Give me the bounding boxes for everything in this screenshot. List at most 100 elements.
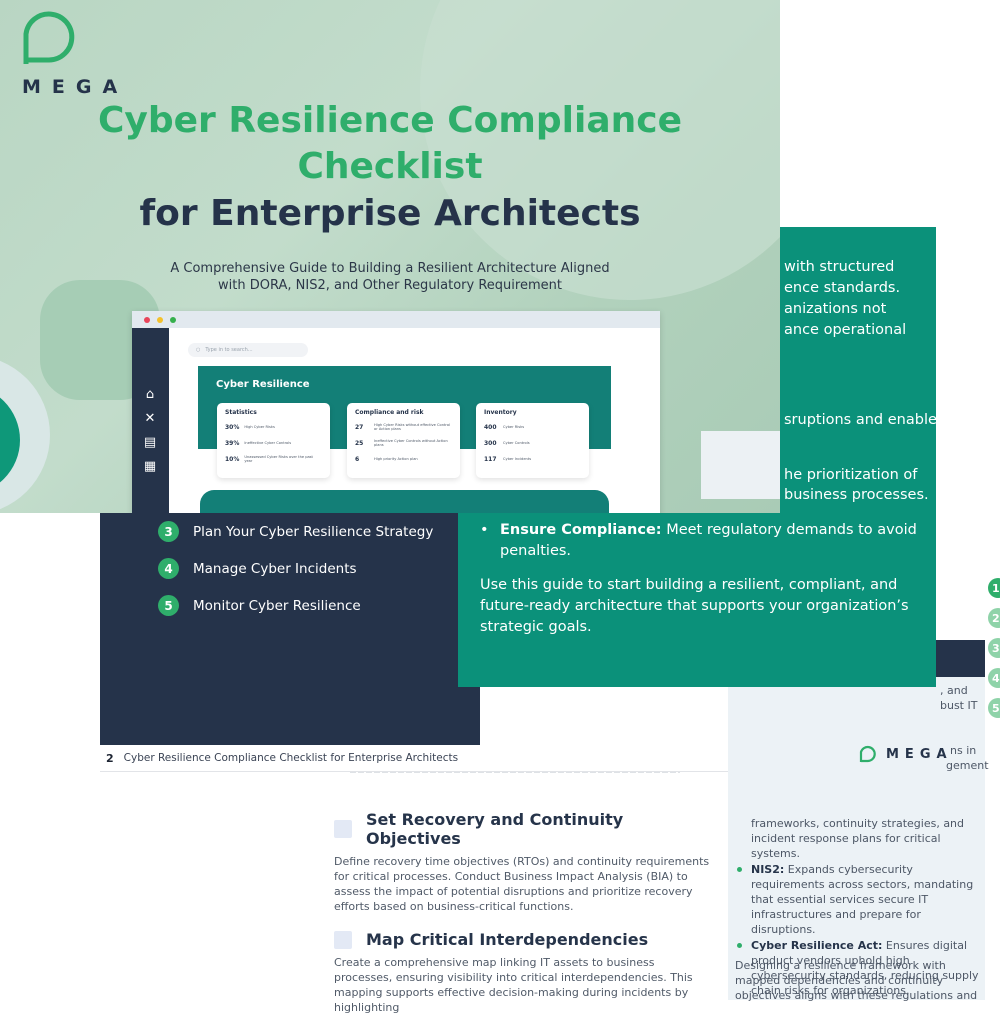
stat-value: 400 bbox=[484, 423, 497, 431]
text-fragment: , and bbox=[940, 684, 968, 697]
toc-label: Monitor Cyber Resilience bbox=[193, 597, 361, 614]
home-icon[interactable]: ⌂ bbox=[143, 388, 157, 402]
toc-item[interactable]: 5 Monitor Cyber Resilience bbox=[158, 587, 433, 624]
grid-icon[interactable]: ▦ bbox=[143, 460, 157, 474]
stat-row: 10% Unassessed Cyber Risks over the past … bbox=[225, 454, 322, 464]
subtitle-line: A Comprehensive Guide to Building a Resi… bbox=[170, 261, 610, 276]
closing-paragraph: Designing a resilience framework with ma… bbox=[735, 959, 978, 1003]
title-line: Cyber Resilience Compliance bbox=[97, 100, 683, 141]
mega-wordmark: MEGA bbox=[22, 76, 129, 98]
benefit-bullet: Ensure Compliance: Meet regulatory deman… bbox=[480, 520, 920, 562]
checkbox-icon[interactable] bbox=[334, 820, 352, 838]
dashboard-sidebar: ⌂ ✕ ▤ ▦ bbox=[132, 328, 169, 513]
stat-label: Cyber Risks bbox=[503, 424, 525, 429]
close-dot-icon bbox=[144, 316, 150, 323]
tools-icon[interactable]: ✕ bbox=[143, 412, 157, 426]
stat-value: 6 bbox=[355, 455, 360, 463]
stat-label: Unassessed Cyber Risks over the past yea… bbox=[244, 454, 313, 464]
toc-number-badge: 3 bbox=[158, 521, 179, 542]
stat-value: 117 bbox=[484, 455, 497, 463]
stat-value: 39% bbox=[225, 439, 240, 447]
stat-label: Ineffective Cyber Controls without Actio… bbox=[374, 438, 448, 448]
mega-logo-icon bbox=[859, 745, 876, 763]
search-input[interactable]: ○ Type in to search... bbox=[188, 343, 308, 357]
mega-logo-icon bbox=[23, 11, 75, 64]
toc-item[interactable]: 3 Plan Your Cyber Resilience Strategy bbox=[158, 513, 433, 550]
dashboard-mockup: ⌂ ✕ ▤ ▦ ○ Type in to search... Cyber Res… bbox=[132, 311, 660, 513]
intro-paragraph: Use this guide to start building a resil… bbox=[480, 577, 909, 635]
table-of-contents: 3 Plan Your Cyber Resilience Strategy 4 … bbox=[158, 513, 433, 624]
step-number: 4 bbox=[988, 668, 1000, 688]
page-footer: 2 Cyber Resilience Compliance Checklist … bbox=[100, 745, 728, 772]
stat-label: Cyber Incidents bbox=[503, 456, 532, 461]
section-title: Map Critical Interdependencies bbox=[366, 930, 649, 949]
text-fragment: ns in bbox=[950, 744, 977, 757]
text-fragment: he prioritization of bbox=[784, 467, 918, 483]
stat-value: 30% bbox=[225, 423, 240, 431]
step-number-stack: 1 2 3 4 5 bbox=[988, 578, 1000, 728]
minimize-dot-icon bbox=[157, 316, 163, 323]
stat-label: High Cyber Risks bbox=[244, 424, 275, 429]
toc-number-badge: 5 bbox=[158, 595, 179, 616]
mega-logo: MEGA bbox=[22, 8, 128, 98]
subtitle-line: with DORA, NIS2, and Other Regulatory Re… bbox=[218, 277, 562, 293]
stat-row: 117 Cyber Incidents bbox=[484, 454, 581, 464]
stat-value: 10% bbox=[225, 455, 240, 463]
bullet-icon bbox=[737, 942, 742, 948]
step-number: 3 bbox=[988, 638, 1000, 658]
stat-label: Cyber Controls bbox=[503, 440, 530, 445]
regulation-item: NIS2: Expands cybersecurity requirements… bbox=[735, 862, 980, 938]
section-title: Set Recovery and Continuity Objectives bbox=[366, 810, 624, 848]
stat-value: 300 bbox=[484, 439, 497, 447]
stat-label: High priority Action plan bbox=[374, 456, 418, 461]
section-body: Create a comprehensive map linking IT as… bbox=[334, 956, 693, 1014]
stat-row: 30% High Cyber Risks bbox=[225, 422, 322, 432]
text-fragment: ence standards. bbox=[784, 280, 901, 296]
section-interdependencies: Map Critical Interdependencies Create a … bbox=[334, 930, 714, 1015]
toc-item[interactable]: 4 Manage Cyber Incidents bbox=[158, 550, 433, 587]
stat-card-statistics: Statistics 30% High Cyber Risks 39% Ineffe… bbox=[217, 403, 330, 478]
banner-title: Cyber Resilience bbox=[216, 379, 310, 390]
section-body: Define recovery time objectives (RTOs) a… bbox=[334, 855, 710, 913]
stat-card-inventory: Inventory 400 Cyber Risks 300 Cyber Contro… bbox=[476, 403, 589, 478]
dashboard-panel bbox=[200, 490, 609, 513]
page-number: 2 bbox=[106, 751, 114, 765]
regulations-side-panel: , and bust IT ns in gement frameworks, c… bbox=[728, 640, 989, 1002]
stat-row: 6 High priority Action plan bbox=[355, 454, 452, 464]
footer-title: Cyber Resilience Compliance Checklist fo… bbox=[123, 752, 459, 764]
card-title: Statistics bbox=[225, 409, 257, 416]
search-placeholder: Type in to search... bbox=[205, 347, 253, 353]
stat-row: 25 Ineffective Cyber Controls without Act… bbox=[355, 438, 452, 448]
toc-page: 3 Plan Your Cyber Resilience Strategy 4 … bbox=[100, 505, 480, 745]
stat-value: 25 bbox=[355, 439, 364, 447]
search-icon: ○ bbox=[196, 347, 201, 353]
decorative-box bbox=[701, 431, 780, 499]
regulation-name: Cyber Resilience Act: bbox=[751, 938, 883, 952]
regulation-name: NIS2: bbox=[751, 862, 785, 876]
stat-value: 27 bbox=[355, 423, 364, 431]
stat-row: 400 Cyber Risks bbox=[484, 422, 581, 432]
toc-label: Manage Cyber Incidents bbox=[193, 560, 357, 577]
toc-number-badge: 4 bbox=[158, 558, 179, 579]
stat-row: 39% Ineffective Cyber Controls bbox=[225, 438, 322, 448]
title-line: Checklist bbox=[297, 146, 483, 187]
stat-label: High Cyber Risks without effective Contr… bbox=[374, 422, 451, 432]
stat-row: 27 High Cyber Risks without effective Con… bbox=[355, 422, 452, 432]
report-icon[interactable]: ▤ bbox=[143, 436, 157, 450]
card-title: Inventory bbox=[484, 409, 517, 416]
checkbox-icon[interactable] bbox=[334, 930, 352, 949]
mega-wordmark: MEGA bbox=[886, 746, 953, 762]
bullet-title: Ensure Compliance: bbox=[500, 522, 662, 538]
mega-logo-small: MEGA bbox=[858, 744, 953, 764]
toc-label: Plan Your Cyber Resilience Strategy bbox=[193, 523, 434, 540]
maximize-dot-icon bbox=[170, 316, 176, 323]
step-number: 1 bbox=[988, 578, 1000, 598]
text-fragment: sruptions and enable bbox=[784, 412, 937, 428]
step-number: 2 bbox=[988, 608, 1000, 628]
text-fragment: bust IT bbox=[940, 699, 978, 712]
step-number: 5 bbox=[988, 698, 1000, 718]
section-recovery-objectives: Set Recovery and Continuity Objectives D… bbox=[334, 810, 714, 914]
cover-subtitle: A Comprehensive Guide to Building a Resi… bbox=[0, 261, 780, 294]
panel-header-bar bbox=[935, 640, 985, 677]
cover-page: MEGA Cyber Resilience Compliance Checkli… bbox=[0, 0, 780, 513]
